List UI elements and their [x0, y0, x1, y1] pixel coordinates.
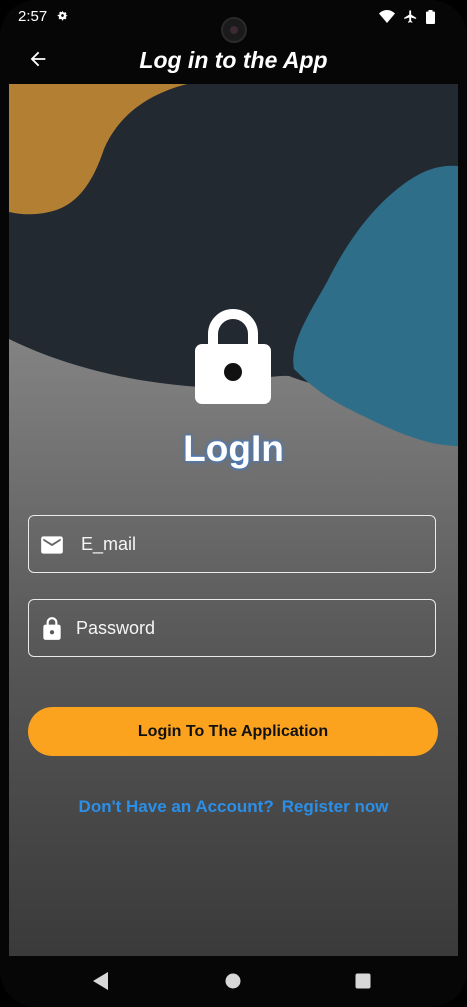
nav-back-icon — [93, 972, 108, 990]
register-row: Don't Have an Account? Register now — [9, 797, 458, 817]
gear-icon — [57, 10, 68, 21]
system-nav-bar — [0, 956, 467, 1007]
password-field[interactable]: Password — [28, 599, 436, 657]
login-heading: LogIn — [183, 428, 284, 469]
email-field[interactable]: E_mail — [28, 515, 436, 573]
padlock-icon — [195, 309, 271, 404]
status-time: 2:57 — [18, 8, 48, 25]
register-link[interactable]: Register now — [282, 797, 389, 816]
app-bar: Log in to the App — [9, 38, 458, 84]
login-screen: LogIn E_mail Password Login To The Appli… — [9, 84, 458, 956]
phone-screen: 2:57 Log in to the App LogIn E_mail Pass… — [0, 0, 467, 1007]
nav-home-button[interactable] — [222, 970, 244, 992]
lock-icon — [43, 617, 61, 640]
nav-back-button[interactable] — [90, 970, 112, 992]
airplane-icon — [404, 10, 417, 23]
mail-icon — [41, 536, 63, 554]
nav-recents-button[interactable] — [352, 970, 374, 992]
password-placeholder: Password — [76, 618, 156, 638]
login-button[interactable]: Login To The Application — [28, 707, 438, 756]
page-title: Log in to the App — [139, 47, 328, 73]
status-bar: 2:57 — [0, 0, 467, 43]
status-icons — [379, 9, 435, 24]
wifi-icon — [379, 10, 395, 23]
email-placeholder: E_mail — [81, 534, 137, 554]
nav-recents-icon — [355, 973, 371, 989]
battery-icon — [426, 9, 435, 24]
no-account-text[interactable]: Don't Have an Account? — [79, 797, 274, 816]
nav-home-icon — [225, 973, 241, 989]
